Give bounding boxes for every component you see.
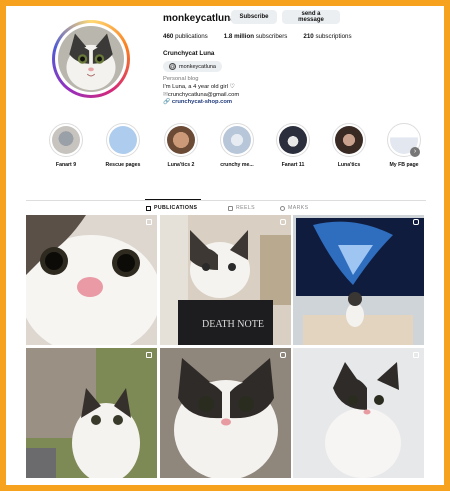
bio-link-row[interactable]: 🔗 crunchycat-shop.com bbox=[163, 99, 239, 107]
bio-text: I'm Luna, a 4 year old girl ♡ bbox=[163, 83, 235, 90]
highlight-label: Rescue pages bbox=[105, 162, 141, 168]
post-thumbnail[interactable] bbox=[159, 347, 291, 478]
stat-subscribers[interactable]: 1.8 million subscribers bbox=[224, 33, 288, 40]
threads-icon: @ bbox=[169, 63, 176, 70]
active-tab-indicator bbox=[145, 199, 201, 200]
stat-publications: 460 publications bbox=[163, 33, 208, 40]
profile-category: Personal blog bbox=[163, 76, 199, 82]
link-icon: 🔗 bbox=[163, 99, 171, 106]
reels-icon bbox=[228, 205, 233, 211]
bio-email: crunchycatluna@gmail.com bbox=[167, 91, 240, 98]
profile-stats: 460 publications 1.8 million subscribers… bbox=[163, 33, 352, 40]
reel-icon bbox=[413, 219, 419, 225]
tagged-icon bbox=[280, 205, 285, 211]
threads-tag[interactable]: @ monkeycatluna bbox=[163, 61, 222, 72]
multi-post-icon bbox=[146, 219, 152, 225]
highlight-my-fb-page[interactable]: My FB page bbox=[381, 123, 427, 168]
tabs-divider bbox=[26, 200, 426, 201]
highlight-label: Luna'tics 2 bbox=[167, 162, 195, 168]
svg-text:DEATH NOTE: DEATH NOTE bbox=[202, 319, 264, 330]
profile-avatar[interactable] bbox=[52, 20, 130, 98]
posts-grid: DEATH NOTE bbox=[26, 215, 424, 478]
grid-icon bbox=[146, 205, 151, 211]
tab-reels[interactable]: REELS bbox=[228, 205, 255, 211]
post-thumbnail[interactable] bbox=[26, 215, 157, 345]
highlight-label: crunchy me... bbox=[220, 162, 254, 168]
highlight-label: Luna'tics bbox=[337, 162, 361, 168]
highlight-lunatics-2[interactable]: Luna'tics 2 bbox=[158, 123, 204, 168]
reel-icon bbox=[279, 219, 286, 225]
highlight-crunchy-me[interactable]: crunchy me... bbox=[214, 123, 260, 168]
post-thumbnail[interactable] bbox=[293, 347, 424, 478]
highlight-label: My FB page bbox=[389, 162, 419, 168]
highlights-next-arrow-icon[interactable]: › bbox=[410, 147, 420, 157]
post-thumbnail[interactable] bbox=[293, 215, 424, 345]
multi-post-icon bbox=[146, 351, 152, 358]
highlight-label: Fanart 11 bbox=[281, 162, 305, 168]
tab-publications[interactable]: PUBLICATIONS bbox=[146, 205, 197, 211]
username: monkeycatluna bbox=[163, 13, 236, 24]
post-thumbnail[interactable]: DEATH NOTE bbox=[159, 215, 291, 345]
highlight-rescue-pages[interactable]: Rescue pages bbox=[100, 123, 146, 168]
highlight-fanart-11[interactable]: Fanart 11 bbox=[270, 123, 316, 168]
display-name: Crunchycat Luna bbox=[163, 50, 215, 57]
subscribe-button[interactable]: Subscribe bbox=[231, 10, 277, 24]
tab-marks[interactable]: MARKS bbox=[280, 205, 308, 211]
profile-page: monkeycatluna Subscribe send a message 4… bbox=[6, 6, 444, 485]
multi-post-icon bbox=[413, 351, 419, 358]
post-thumbnail[interactable] bbox=[26, 347, 157, 478]
bio-link[interactable]: crunchycat-shop.com bbox=[172, 99, 232, 105]
send-message-button[interactable]: send a message bbox=[282, 10, 340, 24]
highlight-fanart-9[interactable]: Fanart 9 bbox=[43, 123, 89, 168]
highlight-label: Fanart 9 bbox=[55, 162, 77, 168]
stat-subscriptions[interactable]: 210 subscriptions bbox=[303, 33, 351, 40]
threads-username: monkeycatluna bbox=[179, 63, 216, 70]
highlight-lunatics[interactable]: Luna'tics bbox=[326, 123, 372, 168]
bio: Personal blog I'm Luna, a 4 year old gir… bbox=[163, 76, 239, 107]
reel-icon bbox=[279, 351, 286, 358]
